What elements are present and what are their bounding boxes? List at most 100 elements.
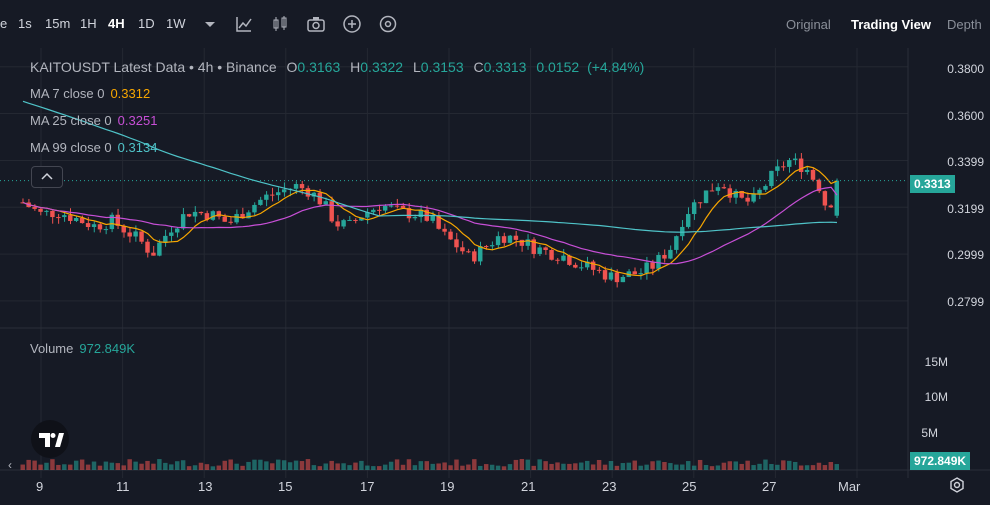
tab-original[interactable]: Original <box>786 17 831 32</box>
volume-bar <box>775 464 780 470</box>
volume-label: Volume <box>30 341 74 356</box>
candle <box>430 215 435 221</box>
candle <box>388 205 394 207</box>
interval-partial: e <box>0 16 8 31</box>
candle <box>133 231 138 237</box>
volume-bar <box>632 460 637 470</box>
settings-icon[interactable] <box>378 14 398 34</box>
volume-bar <box>359 460 364 470</box>
candle <box>222 216 227 222</box>
chart-toolbar: e 1s 15m 1H 4H 1D 1W Original Trading Vi… <box>0 0 990 48</box>
volume-bar <box>68 464 73 470</box>
candle <box>644 262 649 274</box>
volume-bar <box>305 459 311 470</box>
date-tick: 21 <box>521 479 536 494</box>
volume-bar <box>365 465 370 470</box>
volume-bar <box>424 461 429 470</box>
volume-bar <box>763 459 768 470</box>
price-tick: 0.3600 <box>947 109 984 123</box>
candle <box>103 229 109 231</box>
scroll-left-icon[interactable]: ‹ <box>8 458 12 472</box>
candle <box>668 249 673 259</box>
candle <box>394 205 400 207</box>
high-value: 0.3322 <box>360 59 404 75</box>
candle <box>472 251 477 262</box>
volume-bar <box>204 464 210 470</box>
volume-bar <box>596 459 602 470</box>
candle <box>751 193 756 202</box>
candle <box>775 166 780 171</box>
interval-1w[interactable]: 1W <box>166 16 186 31</box>
candle <box>400 205 406 209</box>
date-tick: 11 <box>116 479 130 494</box>
volume-bar <box>697 459 703 470</box>
candle <box>519 239 525 246</box>
interval-15m[interactable]: 15m <box>45 16 70 31</box>
candle <box>163 235 168 243</box>
volume-bar <box>769 464 774 470</box>
date-tick: 25 <box>682 479 697 494</box>
candle <box>353 219 358 221</box>
chart-settings-icon[interactable] <box>948 476 966 499</box>
candle <box>721 187 727 189</box>
candle <box>834 180 839 216</box>
volume-bar <box>531 465 536 470</box>
volume-bar <box>151 463 156 470</box>
ma99-legend[interactable]: MA 99 close 0 0.3134 <box>30 140 157 155</box>
volume-bar <box>555 462 560 470</box>
volume-bar <box>472 459 477 470</box>
candle <box>382 206 388 211</box>
volume-bar <box>311 465 317 470</box>
candle <box>79 218 85 224</box>
candle <box>561 255 566 261</box>
chevron-down-icon[interactable] <box>200 14 220 34</box>
candle <box>192 211 198 217</box>
interval-1s[interactable]: 1s <box>18 16 32 31</box>
volume-bar <box>804 465 810 470</box>
volume-bar <box>377 466 382 470</box>
price-tick: 0.3800 <box>947 62 984 76</box>
tab-trading-view[interactable]: Trading View <box>851 17 931 32</box>
ma7-legend[interactable]: MA 7 close 0 0.3312 <box>30 86 150 101</box>
interval-1h[interactable]: 1H <box>80 16 97 31</box>
volume-bar <box>287 462 293 470</box>
indicators-icon[interactable] <box>234 14 254 34</box>
volume-bar <box>62 464 67 470</box>
volume-bar <box>73 460 79 470</box>
volume-bar <box>798 465 804 470</box>
volume-bar <box>834 464 839 470</box>
interval-1d[interactable]: 1D <box>138 16 155 31</box>
tab-depth[interactable]: Depth <box>947 17 982 32</box>
candle <box>507 235 513 243</box>
collapse-legend-button[interactable] <box>31 166 63 188</box>
candle <box>62 215 67 218</box>
volume-bar <box>20 464 25 470</box>
low-value: 0.3153 <box>420 59 464 75</box>
volume-bar <box>703 464 709 470</box>
candle-type-icon[interactable] <box>270 14 290 34</box>
candle <box>323 201 328 205</box>
tradingview-logo[interactable] <box>31 420 69 458</box>
candle <box>787 160 792 167</box>
volume-bar <box>97 465 103 470</box>
volume-bar <box>709 466 715 470</box>
volume-bar <box>32 460 37 470</box>
add-icon[interactable] <box>342 14 362 34</box>
candle <box>501 236 507 243</box>
candle <box>555 259 560 261</box>
candle <box>608 272 614 280</box>
interval-4h[interactable]: 4H <box>108 16 125 31</box>
camera-icon[interactable] <box>306 14 326 34</box>
candle <box>276 192 281 196</box>
candle <box>317 192 323 205</box>
candle <box>662 255 667 259</box>
volume-bar <box>430 463 435 470</box>
ma25-legend[interactable]: MA 25 close 0 0.3251 <box>30 113 157 128</box>
volume-bar <box>79 459 85 470</box>
candle <box>44 210 49 212</box>
volume-bar <box>281 460 287 470</box>
volume-bar <box>733 461 738 470</box>
candle <box>448 231 453 240</box>
candle <box>810 169 816 180</box>
price-tick: 0.2999 <box>947 248 984 262</box>
